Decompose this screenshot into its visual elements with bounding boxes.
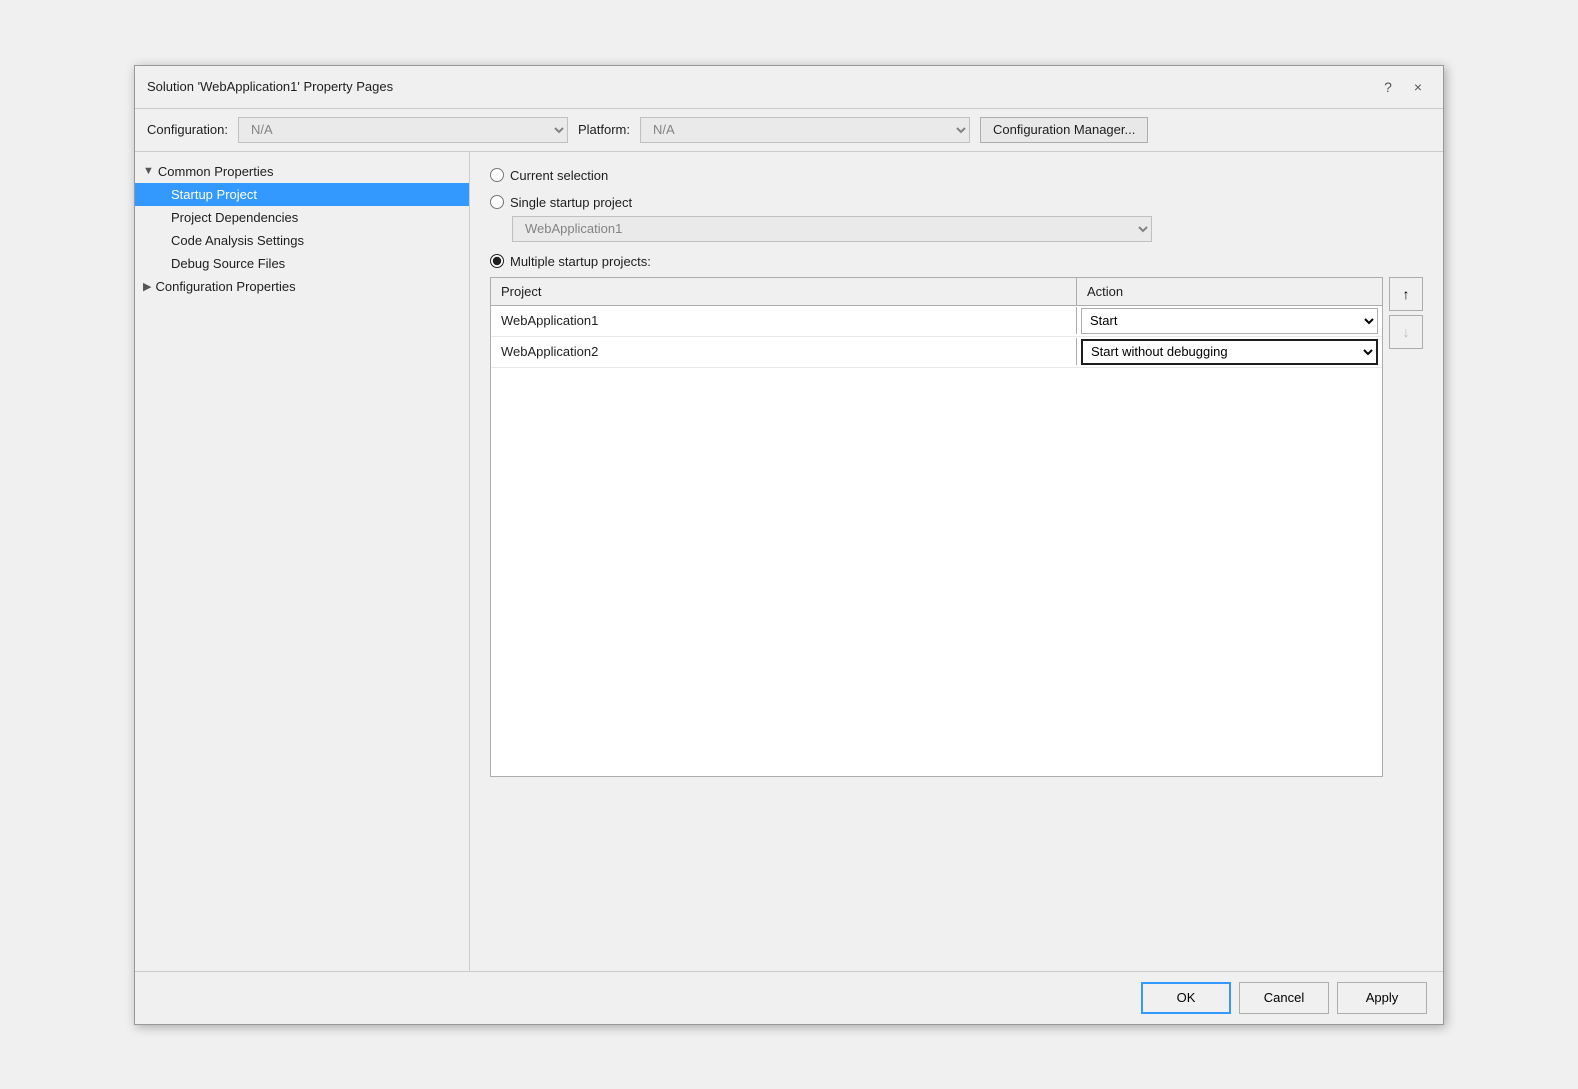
col-project-header: Project [491,278,1077,305]
config-bar: Configuration: N/A Platform: N/A Configu… [135,109,1443,152]
action-dropdown-1[interactable]: None Start Start without debugging [1081,308,1378,334]
configuration-dropdown[interactable]: N/A [238,117,568,143]
action-dropdown-2[interactable]: None Start Start without debugging [1081,339,1378,365]
right-panel: Current selection Single startup project… [470,152,1443,971]
ok-button[interactable]: OK [1141,982,1231,1014]
platform-dropdown[interactable]: N/A [640,117,970,143]
common-properties-section[interactable]: ▼ Common Properties [135,160,469,183]
single-startup-dropdown[interactable]: WebApplication1 [512,216,1152,242]
config-properties-arrow: ▶ [143,280,151,293]
project-name-1: WebApplication1 [491,307,1077,334]
move-up-button[interactable]: ↑ [1389,277,1423,311]
col-action-header: Action [1077,278,1382,305]
multiple-startup-label[interactable]: Multiple startup projects: [510,254,651,269]
action-cell-1: None Start Start without debugging [1077,306,1382,336]
sidebar-item-project-dependencies[interactable]: Project Dependencies [135,206,469,229]
sidebar-item-startup-project[interactable]: Startup Project [135,183,469,206]
sidebar-item-code-analysis-settings[interactable]: Code Analysis Settings [135,229,469,252]
multiple-startup-section: Multiple startup projects: Project Actio… [490,254,1423,777]
footer: OK Cancel Apply [135,971,1443,1024]
action-cell-2: None Start Start without debugging [1077,337,1382,367]
config-label: Configuration: [147,122,228,137]
table-row: WebApplication1 None Start Start without… [491,306,1382,337]
title-bar: Solution 'WebApplication1' Property Page… [135,66,1443,109]
projects-table: Project Action WebApplication1 None Star… [490,277,1383,777]
config-properties-label: Configuration Properties [155,279,295,294]
sidebar-item-debug-source-files[interactable]: Debug Source Files [135,252,469,275]
apply-button[interactable]: Apply [1337,982,1427,1014]
configuration-properties-section[interactable]: ▶ Configuration Properties [135,275,469,298]
title-bar-buttons: ? × [1375,74,1431,100]
cancel-button[interactable]: Cancel [1239,982,1329,1014]
arrow-buttons: ↑ ↓ [1389,277,1423,777]
current-selection-radio[interactable] [490,168,504,182]
single-startup-radio[interactable] [490,195,504,209]
property-pages-dialog: Solution 'WebApplication1' Property Page… [134,65,1444,1025]
main-content: ▼ Common Properties Startup Project Proj… [135,152,1443,971]
common-properties-arrow: ▼ [143,165,154,177]
close-button[interactable]: × [1405,74,1431,100]
help-button[interactable]: ? [1375,74,1401,100]
config-manager-button[interactable]: Configuration Manager... [980,117,1148,143]
sidebar: ▼ Common Properties Startup Project Proj… [135,152,470,971]
current-selection-row: Current selection [490,168,1423,183]
dialog-title: Solution 'WebApplication1' Property Page… [147,79,393,94]
table-header: Project Action [491,278,1382,306]
single-startup-row: Single startup project [490,195,1423,210]
single-startup-label[interactable]: Single startup project [510,195,632,210]
multiple-startup-radio[interactable] [490,254,504,268]
move-down-button[interactable]: ↓ [1389,315,1423,349]
single-startup-section: Single startup project WebApplication1 [490,195,1423,242]
projects-area: Project Action WebApplication1 None Star… [490,277,1423,777]
current-selection-label[interactable]: Current selection [510,168,608,183]
table-row: WebApplication2 None Start Start without… [491,337,1382,368]
common-properties-label: Common Properties [158,164,274,179]
platform-label: Platform: [578,122,630,137]
multiple-startup-row: Multiple startup projects: [490,254,1423,269]
project-name-2: WebApplication2 [491,338,1077,365]
